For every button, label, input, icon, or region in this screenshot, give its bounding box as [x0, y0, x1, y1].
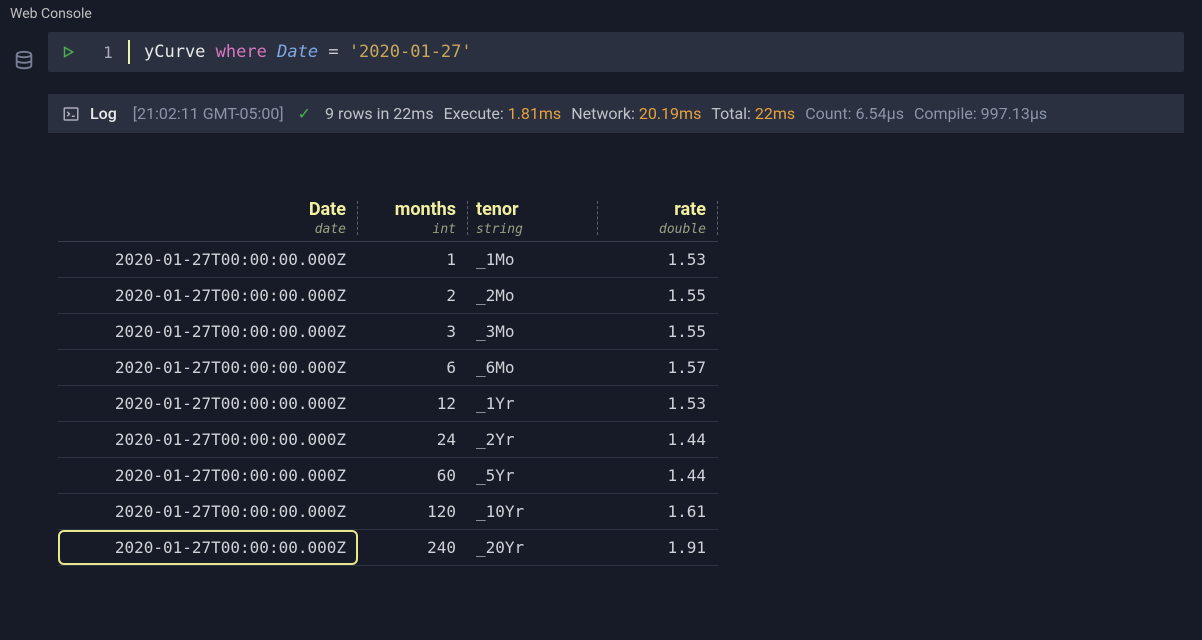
log-timestamp: [21:02:11 GMT-05:00]: [133, 104, 284, 123]
column-type: date: [66, 222, 346, 237]
cell-rate: 1.55: [598, 278, 718, 313]
terminal-icon: [62, 105, 80, 123]
cell-months: 60: [358, 458, 468, 493]
cell-date: 2020-01-27T00:00:00.000Z: [58, 278, 358, 313]
column-name: Date: [309, 199, 346, 220]
query-editor[interactable]: 1 yCurve where Date = '2020-01-27': [48, 32, 1184, 72]
database-icon[interactable]: [13, 50, 35, 76]
cell-date: 2020-01-27T00:00:00.000Z: [58, 422, 358, 457]
cell-rate: 1.57: [598, 350, 718, 385]
table-row[interactable]: 2020-01-27T00:00:00.000Z1_1Mo1.53: [58, 242, 718, 278]
network-label: Network:: [571, 104, 635, 123]
token-keyword: where: [216, 42, 267, 62]
column-header-months[interactable]: months int: [358, 193, 468, 241]
column-name: tenor: [476, 199, 586, 220]
token-column: Date: [277, 42, 318, 62]
total-value: 22ms: [755, 104, 795, 123]
cell-tenor: _2Yr: [468, 422, 598, 457]
table-row[interactable]: 2020-01-27T00:00:00.000Z3_3Mo1.55: [58, 314, 718, 350]
rows-message: 9 rows in 22ms: [325, 104, 434, 123]
check-icon: ✓: [298, 104, 311, 123]
log-bar: Log [21:02:11 GMT-05:00] ✓ 9 rows in 22m…: [48, 94, 1184, 133]
compile-label: Compile:: [914, 104, 977, 123]
token-operator: =: [328, 42, 338, 62]
total-label: Total:: [711, 104, 751, 123]
column-type: int: [366, 222, 456, 237]
cell-rate: 1.53: [598, 386, 718, 421]
line-number: 1: [88, 43, 128, 62]
window-title: Web Console: [0, 0, 1202, 28]
cell-rate: 1.53: [598, 242, 718, 277]
cell-tenor: _1Yr: [468, 386, 598, 421]
count-value: 6.54µs: [855, 104, 904, 123]
cell-date: 2020-01-27T00:00:00.000Z: [58, 494, 358, 529]
column-header-date[interactable]: Date date: [58, 193, 358, 241]
sidebar: [0, 28, 48, 566]
table-row[interactable]: 2020-01-27T00:00:00.000Z240_20Yr1.91: [58, 530, 718, 566]
cell-tenor: _5Yr: [468, 458, 598, 493]
run-icon[interactable]: [48, 45, 88, 59]
cell-tenor: _20Yr: [468, 530, 598, 565]
table-row[interactable]: 2020-01-27T00:00:00.000Z2_2Mo1.55: [58, 278, 718, 314]
table-row[interactable]: 2020-01-27T00:00:00.000Z120_10Yr1.61: [58, 494, 718, 530]
column-header-rate[interactable]: rate double: [598, 193, 718, 241]
token-identifier: yCurve: [144, 42, 205, 62]
query-text[interactable]: yCurve where Date = '2020-01-27': [144, 42, 472, 62]
cell-date: 2020-01-27T00:00:00.000Z: [58, 314, 358, 349]
cell-months: 3: [358, 314, 468, 349]
column-type: string: [476, 222, 586, 237]
cell-date: 2020-01-27T00:00:00.000Z: [58, 530, 358, 565]
cell-months: 6: [358, 350, 468, 385]
cell-rate: 1.91: [598, 530, 718, 565]
column-name: rate: [674, 199, 706, 220]
cell-rate: 1.44: [598, 422, 718, 457]
column-name: months: [395, 199, 456, 220]
cell-months: 24: [358, 422, 468, 457]
cell-tenor: _3Mo: [468, 314, 598, 349]
cell-date: 2020-01-27T00:00:00.000Z: [58, 386, 358, 421]
execute-value: 1.81ms: [508, 104, 561, 123]
column-type: double: [606, 222, 706, 237]
column-header-tenor[interactable]: tenor string: [468, 193, 598, 241]
table-row[interactable]: 2020-01-27T00:00:00.000Z6_6Mo1.57: [58, 350, 718, 386]
cell-rate: 1.61: [598, 494, 718, 529]
cell-tenor: _6Mo: [468, 350, 598, 385]
table-header-row: Date date months int tenor string rate double: [58, 193, 718, 242]
results-table[interactable]: Date date months int tenor string rate double 2…: [58, 193, 718, 566]
execute-label: Execute:: [444, 104, 504, 123]
cell-rate: 1.55: [598, 314, 718, 349]
cell-tenor: _1Mo: [468, 242, 598, 277]
cursor-line-indicator: [128, 40, 130, 64]
cell-months: 1: [358, 242, 468, 277]
table-row[interactable]: 2020-01-27T00:00:00.000Z60_5Yr1.44: [58, 458, 718, 494]
cell-rate: 1.44: [598, 458, 718, 493]
count-label: Count:: [805, 104, 851, 123]
table-row[interactable]: 2020-01-27T00:00:00.000Z24_2Yr1.44: [58, 422, 718, 458]
cell-months: 240: [358, 530, 468, 565]
table-row[interactable]: 2020-01-27T00:00:00.000Z12_1Yr1.53: [58, 386, 718, 422]
cell-date: 2020-01-27T00:00:00.000Z: [58, 458, 358, 493]
cell-date: 2020-01-27T00:00:00.000Z: [58, 242, 358, 277]
network-value: 20.19ms: [639, 104, 701, 123]
cell-months: 2: [358, 278, 468, 313]
compile-value: 997.13µs: [981, 104, 1048, 123]
cell-tenor: _2Mo: [468, 278, 598, 313]
cell-tenor: _10Yr: [468, 494, 598, 529]
cell-months: 120: [358, 494, 468, 529]
cell-date: 2020-01-27T00:00:00.000Z: [58, 350, 358, 385]
log-label: Log: [90, 104, 117, 123]
token-string: '2020-01-27': [349, 42, 472, 62]
cell-months: 12: [358, 386, 468, 421]
